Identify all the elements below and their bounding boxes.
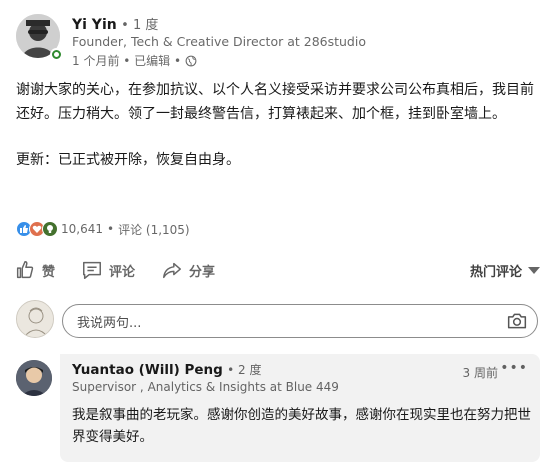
comment-label: 评论 <box>109 264 136 280</box>
comment-text: 我是叙事曲的老玩家。感谢你创造的美好故事，感谢你在现实里也在努力把世界变得美好。 <box>72 407 531 445</box>
comments-count[interactable]: 评论 (1,105) <box>118 221 190 238</box>
comment-composer: 我说两句... <box>16 300 538 340</box>
like-label: 赞 <box>42 264 56 280</box>
post-paragraph: 更新：已正式被开除，恢复自由身。 <box>16 152 240 168</box>
commenter-avatar[interactable] <box>16 360 52 396</box>
commenter-name-line: Yuantao (Will) Peng • 2 度 <box>72 361 261 378</box>
like-button[interactable]: 赞 <box>12 255 57 285</box>
comment-input[interactable]: 我说两句... <box>62 304 538 338</box>
caret-down-icon <box>528 266 540 274</box>
like-icon <box>16 261 34 279</box>
author-name-line: Yi Yin • 1 度 <box>72 14 158 33</box>
online-status-indicator <box>50 48 63 61</box>
share-icon <box>163 262 182 279</box>
post-header: Yi Yin • 1 度 Founder, Tech & Creative Di… <box>16 12 536 69</box>
share-label: 分享 <box>189 264 216 280</box>
post-meta: 1 个月前 • 已编辑 • <box>72 52 197 69</box>
insightful-reaction-icon <box>42 221 58 237</box>
sort-label: 热门评论 <box>469 264 522 280</box>
post-time: 1 个月前 • 已编辑 • <box>72 54 182 68</box>
commenter-degree: • 2 度 <box>227 363 262 377</box>
author-name[interactable]: Yi Yin <box>72 17 117 33</box>
comment-sort-dropdown[interactable]: 热门评论 <box>470 261 540 280</box>
comment-icon <box>83 261 101 279</box>
comment-item: Yuantao (Will) Peng • 2 度 Supervisor , A… <box>16 354 540 462</box>
comment-placeholder: 我说两句... <box>77 315 142 331</box>
post-body: 谢谢大家的关心，在参加抗议、以个人名义接受采访并要求公司公布真相后，我目前还好。… <box>16 78 536 172</box>
comment-bubble: Yuantao (Will) Peng • 2 度 Supervisor , A… <box>60 354 540 462</box>
comment-button[interactable]: 评论 <box>79 255 137 285</box>
post-paragraph: 谢谢大家的关心，在参加抗议、以个人名义接受采访并要求公司公布真相后，我目前还好。… <box>16 82 534 122</box>
current-user-avatar[interactable] <box>16 300 54 338</box>
share-button[interactable]: 分享 <box>159 255 217 285</box>
post-actions: 赞 评论 分享 热门评论 <box>12 250 540 290</box>
commenter-name[interactable]: Yuantao (Will) Peng <box>72 362 223 378</box>
author-headline: Founder, Tech & Creative Director at 286… <box>72 34 366 49</box>
reaction-icons[interactable] <box>16 221 58 237</box>
camera-icon[interactable] <box>507 312 527 330</box>
comment-time: 3 周前 <box>462 366 498 380</box>
social-counts: 10,641 • 评论 (1,105) <box>16 219 190 239</box>
globe-icon <box>185 55 197 66</box>
commenter-headline: Supervisor , Analytics & Insights at Blu… <box>72 380 339 394</box>
connection-degree: • 1 度 <box>121 18 159 33</box>
more-icon[interactable]: ••• <box>500 360 528 376</box>
reaction-count[interactable]: 10,641 <box>61 222 103 236</box>
